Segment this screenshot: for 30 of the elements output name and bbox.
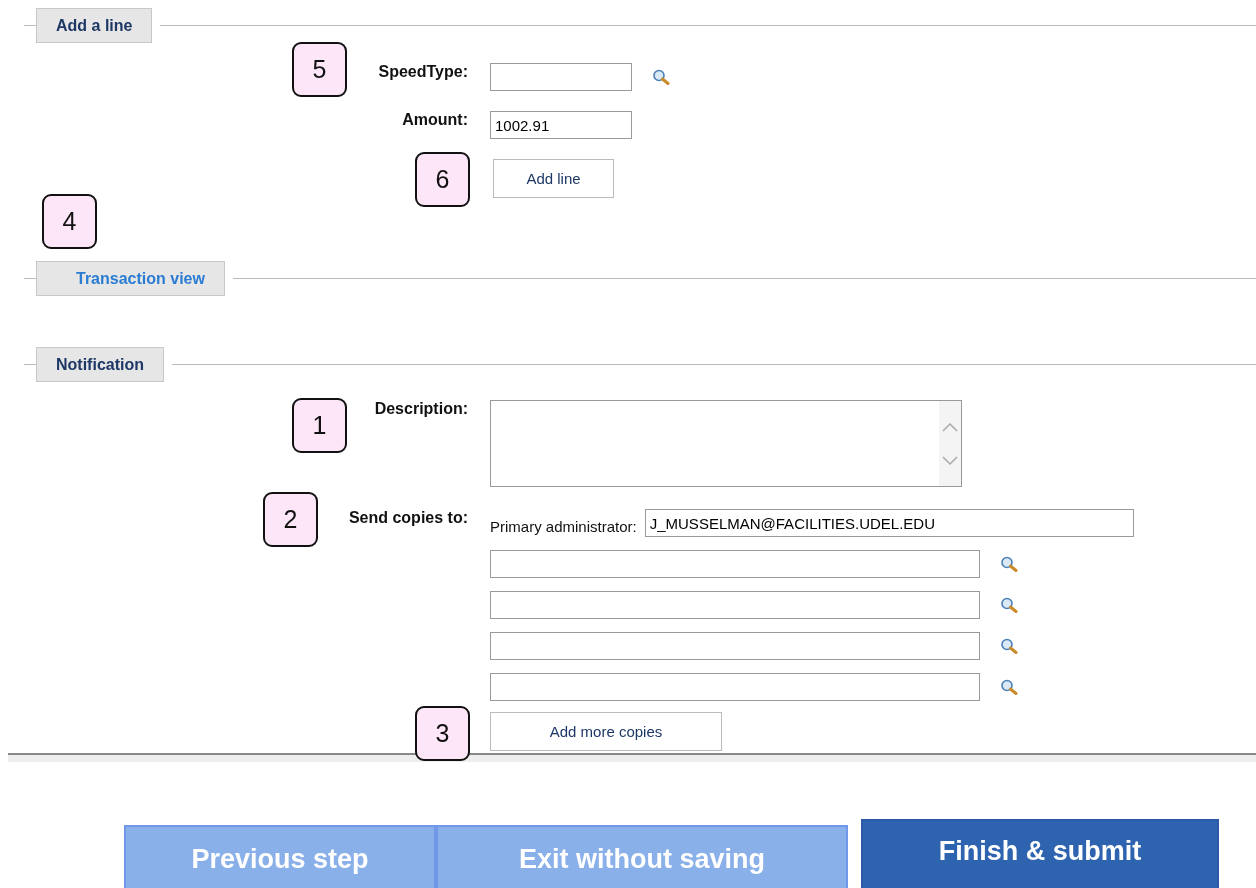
section-title: Add a line: [36, 8, 153, 43]
add-line-button[interactable]: Add line: [493, 159, 614, 198]
search-icon[interactable]: [1000, 638, 1018, 654]
step-number: 3: [415, 706, 470, 761]
search-icon[interactable]: [1000, 556, 1018, 572]
field-label: Description:: [374, 400, 468, 418]
step-number: 4: [42, 194, 97, 249]
input-field[interactable]: J_MUSSELMAN@FACILITIES.UDEL.EDU: [644, 509, 1134, 537]
field-label: Send copies to:: [348, 509, 468, 527]
search-icon[interactable]: [1000, 597, 1018, 613]
footer-button[interactable]: Finish & submit: [861, 819, 1219, 888]
input-field[interactable]: 1002.91: [490, 111, 632, 139]
input-field[interactable]: [490, 63, 632, 91]
search-icon[interactable]: [652, 69, 670, 85]
add-copies-button[interactable]: Add more copies: [490, 712, 722, 751]
search-icon[interactable]: [1000, 679, 1018, 695]
step-number: 2: [263, 492, 318, 547]
step-number: 5: [292, 42, 347, 97]
input-field[interactable]: [490, 673, 980, 701]
input-field[interactable]: [490, 550, 980, 578]
field-label: Primary administrator:: [490, 518, 637, 535]
field-label: Amount:: [402, 111, 468, 129]
scrollbar[interactable]: [939, 401, 961, 486]
section-title: Notification: [36, 347, 164, 382]
step-number: 6: [415, 152, 470, 207]
step-number: 1: [292, 398, 347, 453]
input-field[interactable]: [490, 632, 980, 660]
description-field[interactable]: [490, 400, 962, 487]
field-label: SpeedType:: [378, 63, 468, 81]
input-field[interactable]: [490, 591, 980, 619]
